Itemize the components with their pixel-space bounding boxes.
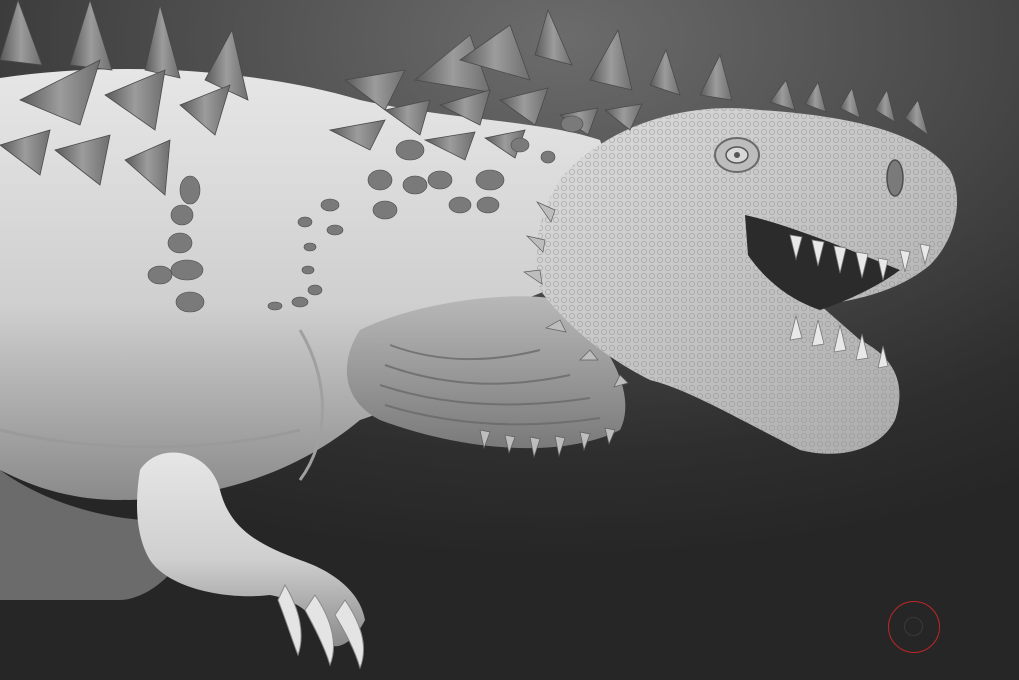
brush-cursor-icon bbox=[888, 601, 940, 653]
dinosaur-model[interactable] bbox=[0, 0, 1019, 680]
eye bbox=[714, 137, 760, 173]
nostril bbox=[886, 159, 904, 197]
sculpt-viewport[interactable] bbox=[0, 0, 1019, 680]
brush-center-ring bbox=[904, 617, 923, 636]
arm bbox=[137, 452, 365, 647]
